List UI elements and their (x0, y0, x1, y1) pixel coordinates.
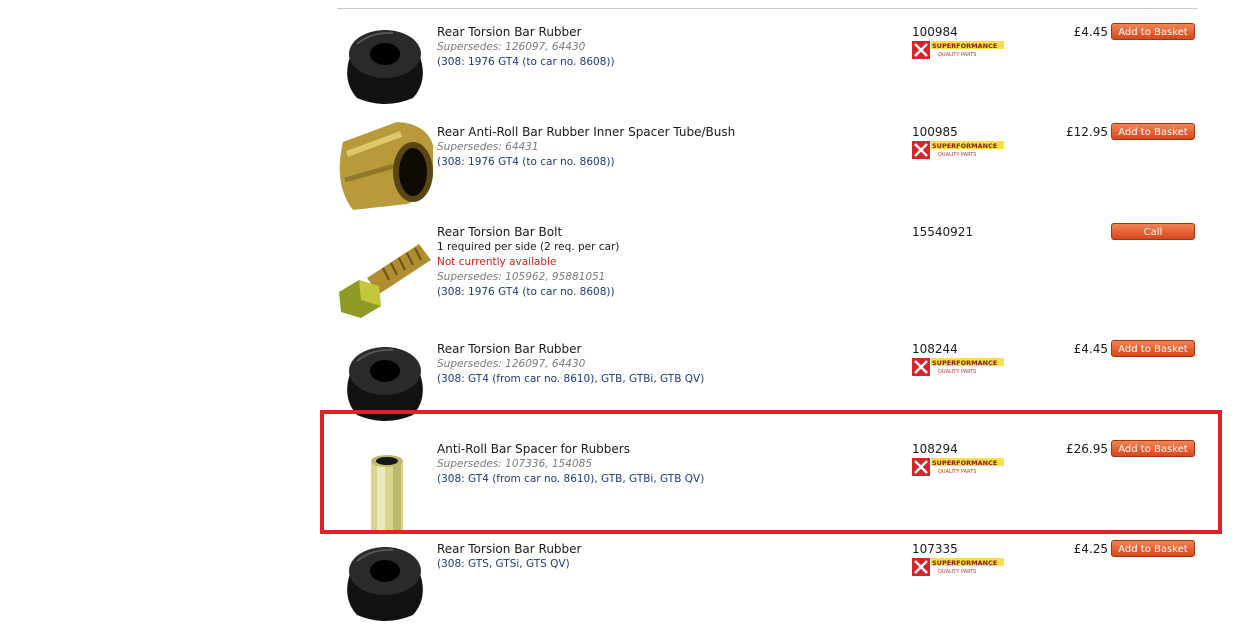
rubber-bushing-image[interactable] (337, 14, 433, 114)
fitment-link[interactable]: (308: GT4 (from car no. 8610), GTB, GTBi… (437, 372, 897, 387)
price: £4.45 (1073, 342, 1108, 356)
add-to-basket-button[interactable]: Add to Basket (1111, 340, 1195, 357)
part-number: 15540921 (912, 225, 974, 239)
fitment-link[interactable]: (308: 1976 GT4 (to car no. 8608)) (437, 155, 897, 170)
part-number: 100985 (912, 125, 958, 139)
svg-text:QUALITY PARTS: QUALITY PARTS (938, 152, 976, 158)
price: £4.45 (1073, 25, 1108, 39)
fitment-link[interactable]: (308: GTS, GTSi, GTS QV) (437, 557, 897, 572)
product-title[interactable]: Rear Torsion Bar Rubber (437, 341, 897, 357)
price: £4.25 (1073, 542, 1108, 556)
product-title[interactable]: Rear Torsion Bar Rubber (437, 24, 897, 40)
price: £12.95 (1066, 125, 1108, 139)
part-number: 107335 (912, 542, 958, 556)
svg-text:QUALITY PARTS: QUALITY PARTS (938, 52, 976, 58)
product-title[interactable]: Rear Torsion Bar Bolt (437, 224, 897, 240)
highlight-box (320, 410, 1222, 534)
svg-text:QUALITY PARTS: QUALITY PARTS (938, 569, 976, 575)
add-to-basket-button[interactable]: Add to Basket (1111, 123, 1195, 140)
part-number: 100984 (912, 25, 958, 39)
quantity-note: 1 required per side (2 req. per car) (437, 241, 620, 253)
supersedes-text: Supersedes: 126097, 64430 (437, 41, 586, 53)
svg-text:SUPERFORMANCE: SUPERFORMANCE (932, 359, 997, 367)
svg-text:SUPERFORMANCE: SUPERFORMANCE (932, 142, 997, 150)
svg-text:QUALITY PARTS: QUALITY PARTS (938, 369, 976, 375)
superformance-logo: SUPERFORMANCE QUALITY PARTS (912, 358, 1004, 380)
superformance-logo: SUPERFORMANCE QUALITY PARTS (912, 558, 1004, 580)
svg-text:SUPERFORMANCE: SUPERFORMANCE (932, 559, 997, 567)
superformance-logo: SUPERFORMANCE QUALITY PARTS (912, 41, 1004, 63)
product-title[interactable]: Rear Torsion Bar Rubber (437, 541, 897, 557)
call-button[interactable]: Call (1111, 223, 1195, 240)
product-row: Rear Torsion Bar Bolt 1 required per sid… (337, 214, 1207, 329)
supersedes-text: Supersedes: 64431 (437, 141, 539, 153)
bolt-image[interactable] (337, 222, 433, 322)
availability-status: Not currently available (437, 256, 557, 268)
superformance-logo: SUPERFORMANCE QUALITY PARTS (912, 141, 1004, 163)
spacer-tube-image[interactable] (337, 114, 433, 214)
product-row: Rear Torsion Bar Rubber Supersedes: 1260… (337, 14, 1207, 114)
product-row: Rear Torsion Bar Rubber (308: GTS, GTSi,… (337, 531, 1207, 631)
add-to-basket-button[interactable]: Add to Basket (1111, 540, 1195, 557)
product-title[interactable]: Rear Anti-Roll Bar Rubber Inner Spacer T… (437, 124, 897, 140)
svg-text:SUPERFORMANCE: SUPERFORMANCE (932, 42, 997, 50)
fitment-link[interactable]: (308: 1976 GT4 (to car no. 8608)) (437, 55, 897, 70)
part-number: 108244 (912, 342, 958, 356)
top-divider (337, 8, 1197, 9)
rubber-bushing-image[interactable] (337, 531, 433, 631)
supersedes-text: Supersedes: 105962, 95881051 (437, 271, 606, 283)
product-row: Rear Anti-Roll Bar Rubber Inner Spacer T… (337, 114, 1207, 214)
add-to-basket-button[interactable]: Add to Basket (1111, 23, 1195, 40)
fitment-link[interactable]: (308: 1976 GT4 (to car no. 8608)) (437, 285, 897, 300)
supersedes-text: Supersedes: 126097, 64430 (437, 358, 586, 370)
